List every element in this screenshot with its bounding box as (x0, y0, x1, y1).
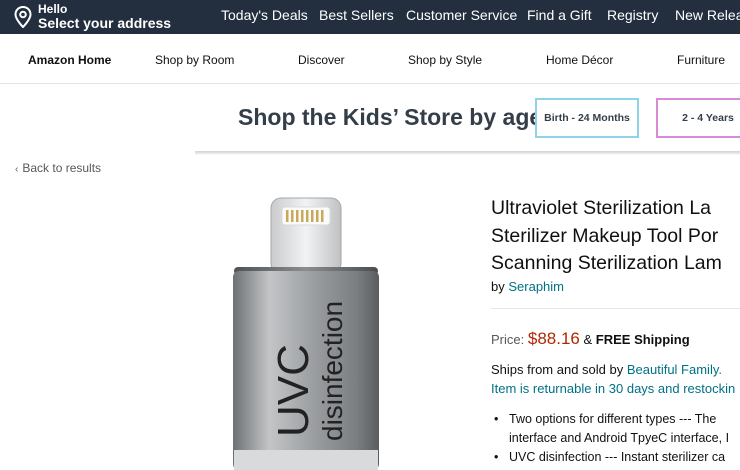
price-ampersand: & (583, 332, 593, 347)
product-title-line: Scanning Sterilization Lam (491, 252, 722, 274)
brand-link[interactable]: Seraphim (508, 279, 564, 294)
feature-bullet: Two options for different types --- The (491, 410, 740, 429)
back-to-results-link[interactable]: ‹ Back to results (15, 161, 101, 175)
by-label: by (491, 279, 505, 294)
ships-from-row: Ships from and sold by Beautiful Family. (491, 362, 722, 377)
feature-bullet-text: interface and Android TpyeC interface, I (509, 431, 730, 445)
product-image-disinfection-text: disinfection (317, 301, 348, 441)
deliver-to-address[interactable]: Hello Select your address (14, 1, 171, 33)
free-shipping-text: FREE Shipping (595, 332, 690, 347)
brand-byline: by Seraphim (491, 279, 564, 294)
feature-bullet-continuation: interface and Android TpyeC interface, I (491, 429, 740, 448)
section-divider (491, 308, 740, 309)
feature-bullets: Two options for different types --- The … (491, 410, 740, 467)
product-title: Ultraviolet Sterilization La Sterilizer … (491, 195, 740, 278)
nav-link-find-a-gift[interactable]: Find a Gift (527, 7, 592, 23)
back-to-results-label: Back to results (22, 161, 102, 175)
seller-link[interactable]: Beautiful Family. (627, 362, 722, 377)
product-title-line: Ultraviolet Sterilization La (491, 197, 712, 219)
subnav-shop-by-room[interactable]: Shop by Room (155, 53, 234, 67)
store-subnav: Amazon Home Shop by Room Discover Shop b… (0, 34, 740, 84)
select-address-text: Select your address (38, 15, 172, 31)
location-pin-icon (14, 6, 32, 28)
subnav-furniture[interactable]: Furniture (677, 53, 725, 67)
nav-link-todays-deals[interactable]: Today's Deals (221, 7, 308, 23)
subnav-discover[interactable]: Discover (298, 53, 345, 67)
subnav-shop-by-style[interactable]: Shop by Style (408, 53, 482, 67)
kids-store-banner-title[interactable]: Shop the Kids’ Store by age (238, 104, 542, 131)
product-image[interactable]: UVC disinfection (232, 195, 382, 470)
nav-link-best-sellers[interactable]: Best Sellers (319, 7, 394, 23)
top-nav-bar: Hello Select your address Today's Deals … (0, 0, 740, 34)
age-button-2-4-years[interactable]: 2 - 4 Years (656, 98, 740, 138)
chevron-left-icon: ‹ (15, 164, 19, 175)
feature-bullet: UVC disinfection --- Instant sterilizer … (491, 448, 740, 467)
age-button-birth-24-months[interactable]: Birth - 24 Months (535, 98, 639, 138)
nav-link-registry[interactable]: Registry (607, 7, 658, 23)
subnav-amazon-home[interactable]: Amazon Home (28, 53, 111, 67)
price-row: Price: $88.16 & FREE Shipping (491, 329, 690, 349)
product-title-line: Sterilizer Makeup Tool Por (491, 224, 719, 247)
nav-link-customer-service[interactable]: Customer Service (406, 7, 517, 23)
banner-divider (195, 151, 740, 155)
nav-link-new-releases[interactable]: New Releases (675, 7, 740, 23)
product-image-uvc-text: UVC (269, 344, 318, 437)
ships-from-label: Ships from and sold by (491, 362, 624, 377)
subnav-home-decor[interactable]: Home Décor (546, 53, 613, 67)
returns-link[interactable]: Item is returnable in 30 days and restoc… (491, 381, 735, 396)
price-label: Price: (491, 332, 525, 347)
price-value: $88.16 (527, 329, 580, 348)
